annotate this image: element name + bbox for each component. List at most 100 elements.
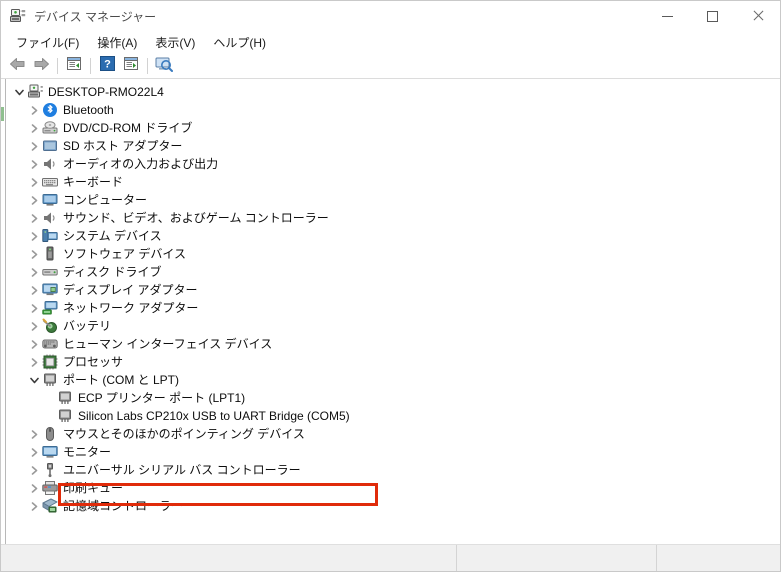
device-manager-window: デバイス マネージャー ファイル(F) 操作(A) 表示(V) ヘルプ(H) ?…	[0, 0, 781, 572]
tree-label: 印刷キュー	[63, 481, 124, 495]
tree-label-root: DESKTOP-RMO22L4	[48, 85, 164, 99]
chevron-right-icon[interactable]	[26, 353, 42, 371]
menu-help[interactable]: ヘルプ(H)	[204, 32, 275, 54]
chevron-right-icon[interactable]	[26, 245, 42, 263]
chevron-right-icon[interactable]	[26, 119, 42, 137]
properties-icon	[66, 56, 82, 76]
toolbar-update-driver[interactable]	[152, 55, 176, 77]
tree-row-usb-controllers[interactable]: ユニバーサル シリアル バス コントローラー	[6, 461, 780, 479]
tree-row-keyboard[interactable]: キーボード	[6, 173, 780, 191]
forward-arrow-icon	[33, 57, 50, 76]
help-icon: ?	[99, 56, 115, 76]
chevron-down-icon[interactable]	[26, 371, 42, 389]
toolbar-properties[interactable]	[62, 55, 86, 77]
toolbar-scan-hardware[interactable]	[119, 55, 143, 77]
mouse-icon	[42, 426, 58, 442]
tree-row-display-adapters[interactable]: ディスプレイ アダプター	[6, 281, 780, 299]
tree-row-monitors[interactable]: モニター	[6, 443, 780, 461]
tree-label: システム デバイス	[63, 229, 162, 243]
tree-label: サウンド、ビデオ、およびゲーム コントローラー	[63, 211, 329, 225]
close-button[interactable]	[735, 1, 780, 31]
tree-row-silicon-labs-cp210x[interactable]: Silicon Labs CP210x USB to UART Bridge (…	[6, 407, 780, 425]
keyboard-icon	[42, 174, 58, 190]
chevron-right-icon[interactable]	[26, 101, 42, 119]
chevron-right-icon[interactable]	[26, 209, 42, 227]
tree-label: モニター	[63, 445, 112, 459]
tree-row-mice[interactable]: マウスとそのほかのポインティング デバイス	[6, 425, 780, 443]
tree-row-software-devices[interactable]: ソフトウェア デバイス	[6, 245, 780, 263]
display-adapter-icon	[42, 282, 58, 298]
tree-row-storage-controllers[interactable]: 記憶域コントローラー	[6, 497, 780, 515]
svg-text:?: ?	[104, 59, 111, 71]
tree-row-sound-video-game[interactable]: サウンド、ビデオ、およびゲーム コントローラー	[6, 209, 780, 227]
tree-row-ports[interactable]: ポート (COM と LPT)	[6, 371, 780, 389]
tree-label: ECP プリンター ポート (LPT1)	[78, 391, 246, 405]
update-driver-icon	[155, 56, 173, 77]
tree-row-computer[interactable]: コンピューター	[6, 191, 780, 209]
chevron-right-icon[interactable]	[26, 155, 42, 173]
sound-video-game-icon	[42, 210, 58, 226]
maximize-button[interactable]	[690, 1, 735, 31]
monitor-icon	[42, 444, 58, 460]
toolbar-separator-2	[90, 58, 91, 74]
tree-row-root[interactable]: DESKTOP-RMO22L4	[6, 83, 780, 101]
chevron-right-icon[interactable]	[26, 227, 42, 245]
tree-row-batteries[interactable]: バッテリ	[6, 317, 780, 335]
computer-icon	[42, 192, 58, 208]
chevron-right-icon[interactable]	[26, 263, 42, 281]
tree-row-hid[interactable]: ヒューマン インターフェイス デバイス	[6, 335, 780, 353]
chevron-right-icon[interactable]	[26, 479, 42, 497]
tree-row-system-devices[interactable]: システム デバイス	[6, 227, 780, 245]
storage-controller-icon	[42, 498, 58, 514]
tree-label: ディスプレイ アダプター	[63, 283, 198, 297]
toolbar-back[interactable]	[5, 55, 29, 77]
tree-label: プロセッサ	[63, 355, 124, 369]
status-bar	[1, 544, 780, 571]
system-devices-icon	[42, 228, 58, 244]
tree-row-network-adapters[interactable]: ネットワーク アダプター	[6, 299, 780, 317]
title-bar: デバイス マネージャー	[1, 1, 780, 31]
tree-row-sd-host-adapter[interactable]: SD ホスト アダプター	[6, 137, 780, 155]
chevron-right-icon[interactable]	[26, 299, 42, 317]
disk-drive-icon	[42, 264, 58, 280]
status-segment-1	[1, 545, 456, 571]
battery-icon	[42, 318, 58, 334]
menu-view[interactable]: 表示(V)	[146, 32, 204, 54]
bluetooth-icon	[42, 102, 58, 118]
chevron-right-icon[interactable]	[26, 335, 42, 353]
minimize-icon	[662, 15, 673, 17]
chevron-right-icon[interactable]	[26, 461, 42, 479]
tree-row-disk-drives[interactable]: ディスク ドライブ	[6, 263, 780, 281]
chevron-right-icon[interactable]	[26, 425, 42, 443]
tree-row-bluetooth[interactable]: Bluetooth	[6, 101, 780, 119]
chevron-right-icon[interactable]	[26, 281, 42, 299]
network-adapter-icon	[42, 300, 58, 316]
chevron-right-icon[interactable]	[26, 317, 42, 335]
chevron-right-icon[interactable]	[26, 173, 42, 191]
menu-file[interactable]: ファイル(F)	[7, 32, 88, 54]
chevron-right-icon[interactable]	[26, 443, 42, 461]
tree-row-print-queues[interactable]: 印刷キュー	[6, 479, 780, 497]
tree-row-ecp-printer-port[interactable]: ECP プリンター ポート (LPT1)	[6, 389, 780, 407]
tree-row-audio-io[interactable]: オーディオの入力および出力	[6, 155, 780, 173]
tree-pane: DESKTOP-RMO22L4 Bluetooth DVD/CD-ROM ドライ…	[1, 79, 780, 564]
chevron-right-icon[interactable]	[26, 191, 42, 209]
chevron-right-icon[interactable]	[26, 497, 42, 515]
software-device-icon	[42, 246, 58, 262]
toolbar: ?	[1, 54, 780, 79]
menu-action[interactable]: 操作(A)	[88, 32, 146, 54]
minimize-button[interactable]	[645, 1, 690, 31]
maximize-icon	[707, 10, 718, 22]
tree-label: コンピューター	[63, 193, 148, 207]
tree-label: Bluetooth	[63, 103, 114, 117]
tree-row-dvd-drive[interactable]: DVD/CD-ROM ドライブ	[6, 119, 780, 137]
chevron-down-icon[interactable]	[11, 83, 27, 101]
scan-hardware-icon	[123, 56, 139, 76]
usb-controller-icon	[42, 462, 58, 478]
toolbar-forward[interactable]	[29, 55, 53, 77]
toolbar-help[interactable]: ?	[95, 55, 119, 77]
device-manager-icon	[10, 8, 26, 24]
chevron-right-icon[interactable]	[26, 137, 42, 155]
tree-row-processors[interactable]: プロセッサ	[6, 353, 780, 371]
print-queue-icon	[42, 480, 58, 496]
